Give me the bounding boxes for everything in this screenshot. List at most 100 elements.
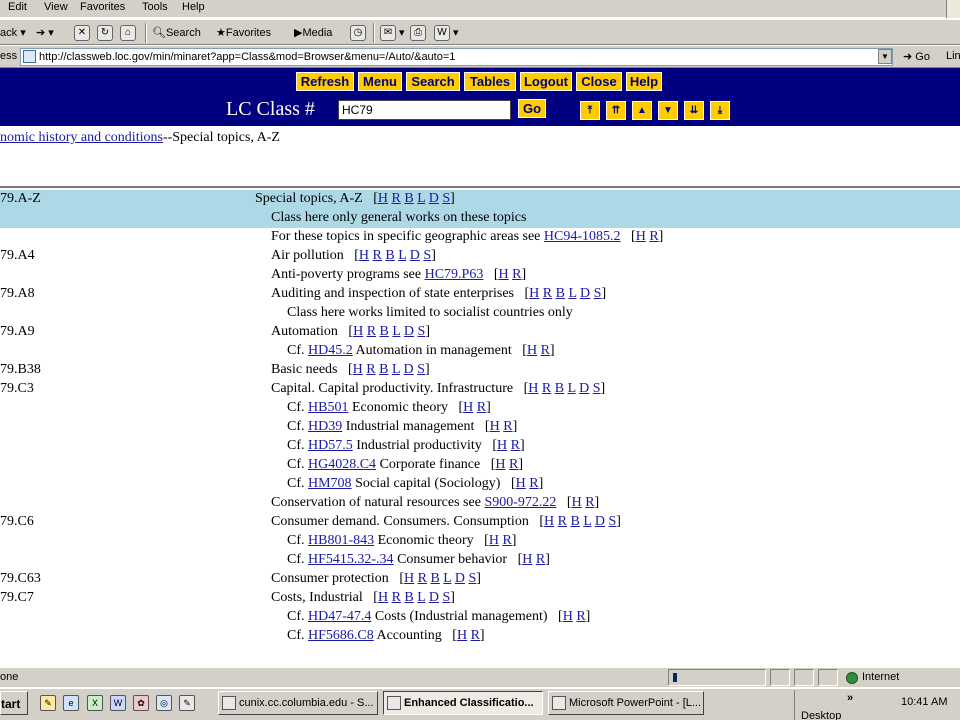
class-reference-link[interactable]: HM708 <box>308 476 352 491</box>
action-link[interactable]: L <box>398 248 406 263</box>
help-nav-button[interactable]: Help <box>626 72 662 91</box>
class-reference-link[interactable]: S900-972.22 <box>484 495 556 510</box>
action-link[interactable]: D <box>455 571 465 586</box>
search-nav-button[interactable]: Search <box>406 72 460 91</box>
action-link[interactable]: D <box>429 590 439 605</box>
links-button[interactable]: Lin <box>946 50 960 62</box>
action-link[interactable]: R <box>576 609 585 624</box>
address-go-button[interactable]: ➜ Go <box>903 50 930 63</box>
action-link[interactable]: L <box>417 191 425 206</box>
action-link[interactable]: H <box>378 590 388 605</box>
action-link[interactable]: R <box>585 495 594 510</box>
line-down-icon[interactable]: ▼ <box>658 101 678 120</box>
action-link[interactable]: B <box>380 324 389 339</box>
search-button[interactable]: 🔍︎Search <box>152 24 201 42</box>
action-link[interactable]: D <box>429 191 439 206</box>
word-icon[interactable]: W <box>110 695 126 711</box>
home-button[interactable]: ⌂ <box>120 24 136 42</box>
action-link[interactable]: D <box>595 514 605 529</box>
stop-button[interactable]: ✕ <box>74 24 90 42</box>
action-link[interactable]: H <box>497 438 507 453</box>
breadcrumb-link[interactable]: nomic history and conditions <box>0 130 163 145</box>
action-link[interactable]: H <box>528 381 538 396</box>
action-link[interactable]: H <box>353 324 363 339</box>
class-reference-link[interactable]: HB501 <box>308 400 348 415</box>
action-link[interactable]: D <box>410 248 420 263</box>
desktop-shortcut-icon[interactable]: ✎ <box>40 695 56 711</box>
action-link[interactable]: R <box>477 400 486 415</box>
action-link[interactable]: L <box>568 286 576 301</box>
class-reference-link[interactable]: HF5686.C8 <box>308 628 374 643</box>
logout-nav-button[interactable]: Logout <box>520 72 572 91</box>
action-link[interactable]: H <box>489 533 499 548</box>
action-link[interactable]: R <box>542 381 551 396</box>
action-link[interactable]: L <box>392 362 400 377</box>
desktop-toolbar-label[interactable]: Desktop <box>801 710 841 720</box>
action-link[interactable]: H <box>572 495 582 510</box>
action-link[interactable]: H <box>404 571 414 586</box>
action-link[interactable]: H <box>490 419 500 434</box>
menu-favorites[interactable]: Favorites <box>80 1 125 13</box>
action-link[interactable]: R <box>418 571 427 586</box>
refresh-button[interactable]: ↻ <box>97 24 113 42</box>
action-link[interactable]: B <box>556 286 565 301</box>
action-link[interactable]: R <box>649 229 658 244</box>
action-link[interactable]: B <box>404 191 413 206</box>
lc-class-input[interactable]: HC79 <box>338 100 511 120</box>
expand-tray-icon[interactable]: » <box>847 692 853 704</box>
action-link[interactable]: S <box>417 362 425 377</box>
action-link[interactable]: R <box>373 248 382 263</box>
action-link[interactable]: D <box>580 286 590 301</box>
action-link[interactable]: H <box>529 286 539 301</box>
page-down-icon[interactable]: ⇊ <box>684 101 704 120</box>
task-button-active[interactable]: Enhanced Classificatio... <box>383 691 543 715</box>
close-nav-button[interactable]: Close <box>576 72 622 91</box>
action-link[interactable]: R <box>366 362 375 377</box>
action-link[interactable]: R <box>541 343 550 358</box>
class-reference-link[interactable]: HD47-47.4 <box>308 609 371 624</box>
class-reference-link[interactable]: HD57.5 <box>308 438 353 453</box>
action-link[interactable]: S <box>442 191 450 206</box>
action-link[interactable]: R <box>529 476 538 491</box>
action-link[interactable]: H <box>522 552 532 567</box>
forward-button[interactable]: ➔ ▾ <box>36 24 54 42</box>
action-link[interactable]: H <box>463 400 473 415</box>
action-link[interactable]: R <box>558 514 567 529</box>
refresh-nav-button[interactable]: Refresh <box>296 72 354 91</box>
page-up-icon[interactable]: ⇈ <box>606 101 626 120</box>
lc-go-button[interactable]: Go <box>518 99 546 118</box>
menu-nav-button[interactable]: Menu <box>358 72 402 91</box>
media-button[interactable]: ▶Media <box>294 24 332 42</box>
action-link[interactable]: D <box>579 381 589 396</box>
class-reference-link[interactable]: HD39 <box>308 419 342 434</box>
menu-view[interactable]: View <box>44 1 68 13</box>
action-link[interactable]: L <box>417 590 425 605</box>
action-link[interactable]: B <box>404 590 413 605</box>
action-link[interactable]: H <box>563 609 573 624</box>
action-link[interactable]: R <box>511 438 520 453</box>
print-button[interactable]: ⎙ <box>410 24 426 42</box>
task-button[interactable]: cunix.cc.columbia.edu - S... <box>218 691 378 715</box>
action-link[interactable]: H <box>527 343 537 358</box>
menu-edit[interactable]: Edit <box>8 1 27 13</box>
action-link[interactable]: B <box>555 381 564 396</box>
edit-button[interactable]: W ▾ <box>434 24 459 42</box>
last-page-icon[interactable]: ⤓ <box>710 101 730 120</box>
class-reference-link[interactable]: HB801-843 <box>308 533 374 548</box>
mail-button[interactable]: ✉ ▾ <box>380 24 405 42</box>
action-link[interactable]: H <box>457 628 467 643</box>
address-input[interactable]: http://classweb.loc.gov/min/minaret?app=… <box>20 48 893 66</box>
action-link[interactable]: H <box>353 362 363 377</box>
action-link[interactable]: L <box>443 571 451 586</box>
start-button[interactable]: tart <box>0 691 28 715</box>
excel-icon[interactable]: X <box>87 695 103 711</box>
action-link[interactable]: L <box>392 324 400 339</box>
menu-help[interactable]: Help <box>182 1 205 13</box>
action-link[interactable]: R <box>536 552 545 567</box>
action-link[interactable]: L <box>583 514 591 529</box>
action-link[interactable]: R <box>392 191 401 206</box>
action-link[interactable]: B <box>379 362 388 377</box>
address-dropdown[interactable]: ▼ <box>878 49 892 64</box>
action-link[interactable]: B <box>570 514 579 529</box>
line-up-icon[interactable]: ▲ <box>632 101 652 120</box>
